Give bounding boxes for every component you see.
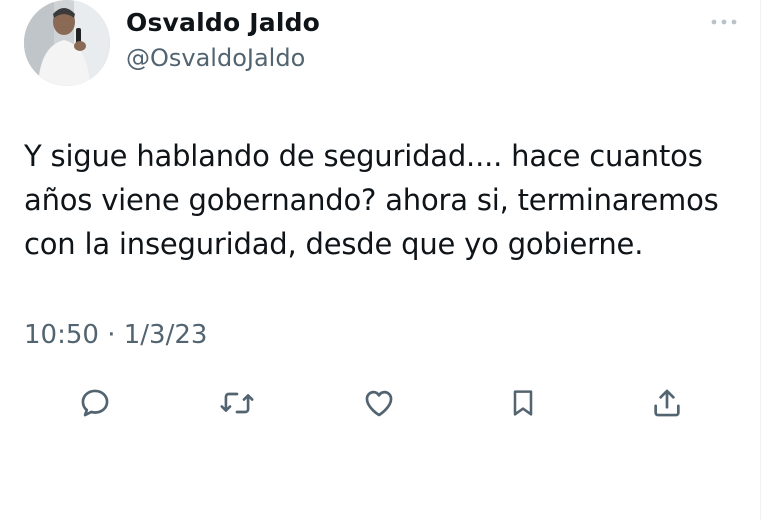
like-icon bbox=[365, 390, 393, 417]
action-bar bbox=[0, 380, 765, 430]
like-button[interactable] bbox=[356, 380, 402, 426]
reply-icon bbox=[81, 389, 109, 417]
bookmark-icon bbox=[513, 390, 533, 416]
more-options-icon[interactable] bbox=[706, 12, 742, 32]
tweet-text: Y sigue hablando de seguridad.... hace c… bbox=[24, 134, 744, 266]
tweet-text-line: con la inseguridad, desde que yo gobiern… bbox=[24, 227, 644, 261]
tweet-text-line: Y sigue hablando de seguridad.... hace c… bbox=[24, 139, 703, 173]
avatar[interactable] bbox=[24, 0, 110, 86]
share-button[interactable] bbox=[644, 380, 690, 426]
share-icon bbox=[654, 389, 680, 417]
retweet-icon bbox=[220, 392, 254, 414]
reply-button[interactable] bbox=[72, 380, 118, 426]
bookmark-button[interactable] bbox=[500, 380, 546, 426]
tweet-text-line: años viene gobernando? ahora si, termina… bbox=[24, 183, 719, 217]
retweet-button[interactable] bbox=[214, 380, 260, 426]
divider bbox=[760, 0, 761, 520]
avatar-photo-icon bbox=[24, 0, 110, 86]
user-handle[interactable]: @OsvaldoJaldo bbox=[126, 44, 305, 72]
display-name[interactable]: Osvaldo Jaldo bbox=[126, 8, 320, 37]
tweet-card: Osvaldo Jaldo @OsvaldoJaldo Y sigue habl… bbox=[0, 0, 765, 520]
tweet-timestamp[interactable]: 10:50 · 1/3/23 bbox=[24, 320, 207, 350]
